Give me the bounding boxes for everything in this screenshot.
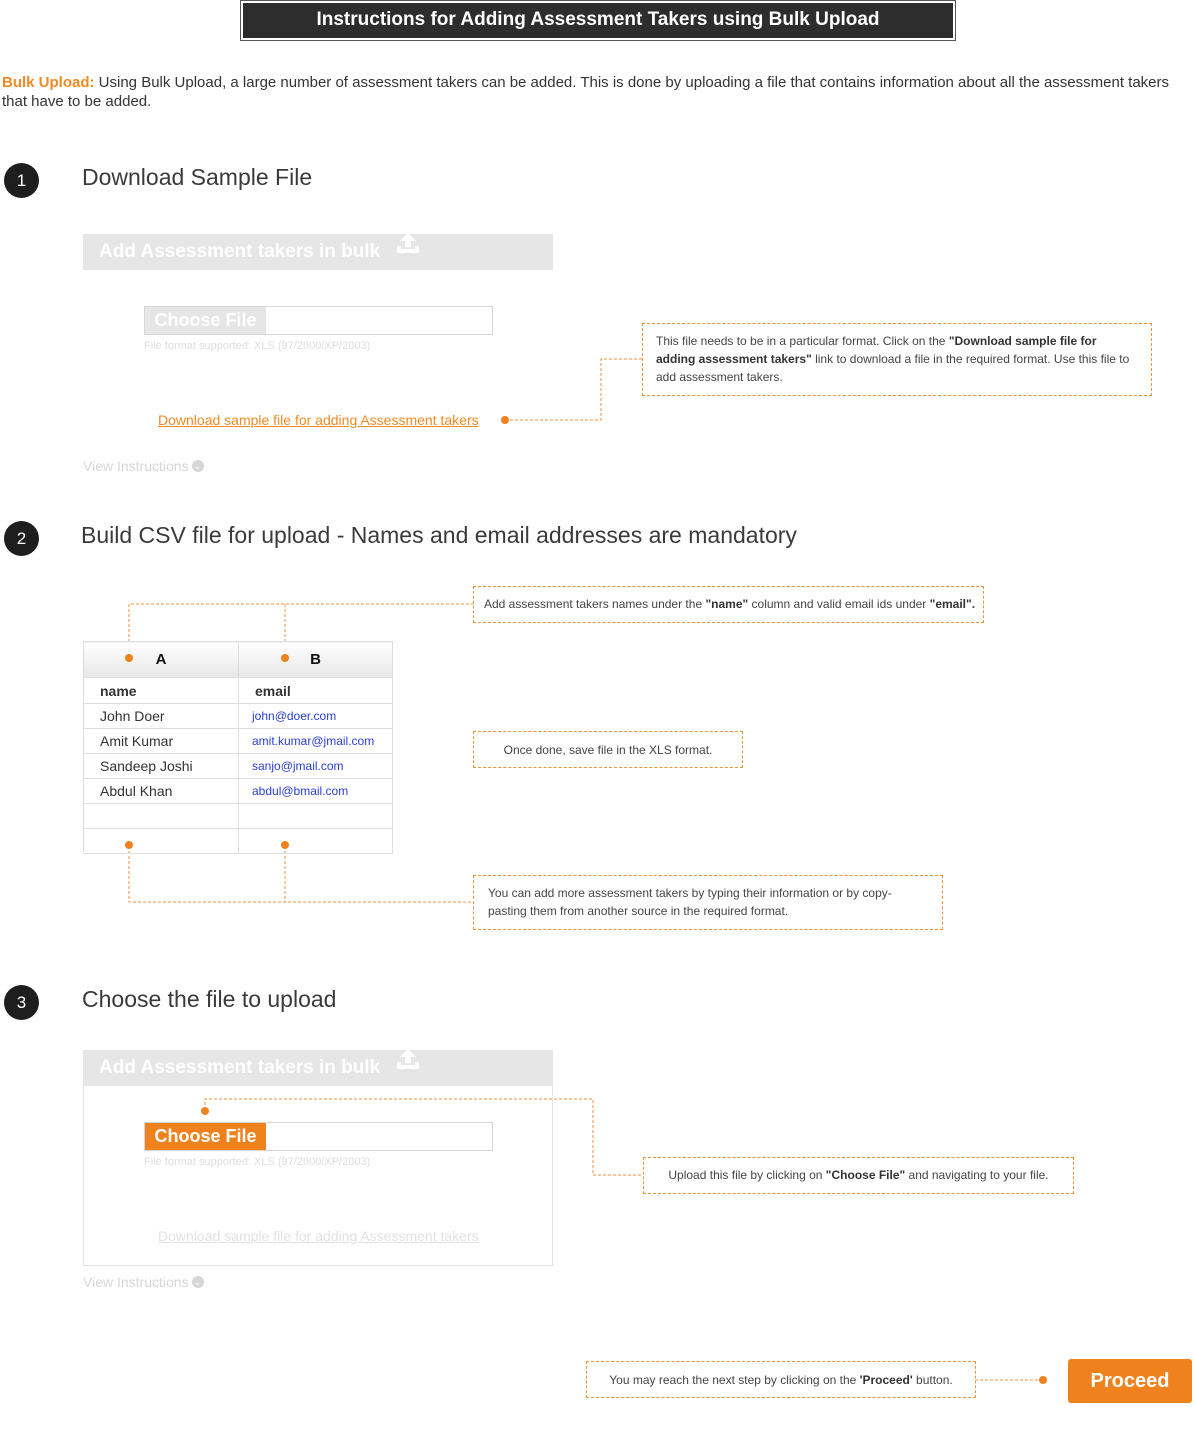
step-3-badge: 3: [4, 985, 39, 1020]
view-instructions-link[interactable]: View Instructions ⌄: [83, 458, 204, 474]
file-format-note: File format supported: XLS (97/2000/XP/2…: [144, 1156, 371, 1168]
column-letter-a: A: [83, 641, 239, 678]
choose-file-button[interactable]: Choose File: [145, 1123, 266, 1150]
upload-icon: [396, 231, 420, 267]
callout-proceed: You may reach the next step by clicking …: [586, 1361, 976, 1398]
view-instructions-label: View Instructions: [83, 458, 189, 474]
callout-bold: 'Proceed': [859, 1373, 913, 1387]
file-format-note: File format supported: XLS (97/2000/XP/2…: [144, 340, 371, 352]
email-cell: john@doer.com: [238, 703, 393, 729]
table-row: John Doer john@doer.com: [83, 703, 393, 729]
name-cell: John Doer: [83, 703, 239, 729]
table-row: Sandeep Joshi sanjo@jmail.com: [83, 753, 393, 779]
name-cell: Sandeep Joshi: [83, 753, 239, 779]
callout-save-xls: Once done, save file in the XLS format.: [473, 731, 743, 768]
choose-file-button[interactable]: Choose File: [145, 307, 266, 334]
empty-cell: [83, 828, 239, 854]
upload-panel-title: Add Assessment takers in bulk: [99, 241, 381, 262]
callout-text: button.: [912, 1373, 953, 1387]
step-3-title: Choose the file to upload: [82, 986, 337, 1012]
download-sample-link[interactable]: Download sample file for adding Assessme…: [158, 1228, 479, 1244]
proceed-button[interactable]: Proceed: [1068, 1359, 1192, 1403]
email-cell: abdul@bmail.com: [238, 778, 393, 804]
sample-spreadsheet: A B name email John Doer john@doer.com A…: [83, 641, 393, 854]
upload-panel-header: Add Assessment takers in bulk: [83, 231, 553, 270]
email-cell: amit.kumar@jmail.com: [238, 728, 393, 754]
callout-download-format: This file needs to be in a particular fo…: [642, 323, 1152, 396]
empty-cell: [238, 828, 393, 854]
callout-text: column and valid email ids under: [748, 597, 930, 611]
upload-icon: [396, 1047, 420, 1083]
callout-text: Add assessment takers names under the: [484, 597, 706, 611]
header-email: email: [238, 677, 393, 704]
step-2-badge: 2: [4, 521, 39, 556]
name-cell: Abdul Khan: [83, 778, 239, 804]
file-input[interactable]: Choose File: [144, 306, 493, 335]
callout-dot: [125, 654, 133, 662]
download-sample-link[interactable]: Download sample file for adding Assessme…: [158, 412, 479, 428]
callout-text: Upload this file by clicking on: [668, 1168, 826, 1182]
callout-dot: [201, 1107, 209, 1115]
callout-columns: Add assessment takers names under the "n…: [473, 586, 984, 623]
upload-panel-header: Add Assessment takers in bulk: [83, 1047, 553, 1086]
email-cell: sanjo@jmail.com: [238, 753, 393, 779]
callout-choose-file: Upload this file by clicking on "Choose …: [643, 1157, 1074, 1194]
chevron-down-icon: ⌄: [191, 460, 204, 473]
view-instructions-link[interactable]: View Instructions ⌄: [83, 1274, 204, 1290]
file-input[interactable]: Choose File: [144, 1122, 493, 1151]
empty-cell: [83, 803, 239, 829]
table-row: Amit Kumar amit.kumar@jmail.com: [83, 728, 393, 754]
empty-cell: [238, 803, 393, 829]
step-1-badge: 1: [4, 163, 39, 198]
callout-dot: [281, 841, 289, 849]
callout-bold: "email".: [929, 597, 976, 611]
step-2-title: Build CSV file for upload - Names and em…: [81, 522, 797, 548]
callout-add-more: You can add more assessment takers by ty…: [473, 875, 943, 930]
upload-panel-title: Add Assessment takers in bulk: [99, 1057, 381, 1078]
callout-text: and navigating to your file.: [905, 1168, 1049, 1182]
callout-text: You may reach the next step by clicking …: [609, 1373, 860, 1387]
table-row: Abdul Khan abdul@bmail.com: [83, 778, 393, 804]
callout-dot: [125, 841, 133, 849]
header-name: name: [83, 677, 239, 704]
callout-bold: "name": [705, 597, 749, 611]
column-letter-b: B: [238, 641, 393, 678]
name-cell: Amit Kumar: [83, 728, 239, 754]
callout-text: This file needs to be in a particular fo…: [656, 334, 949, 348]
callout-dot: [281, 654, 289, 662]
chevron-down-icon: ⌄: [191, 1276, 204, 1289]
step-1-title: Download Sample File: [82, 164, 313, 190]
table-row-empty: [83, 803, 393, 829]
view-instructions-label: View Instructions: [83, 1274, 189, 1290]
callout-dot: [501, 416, 509, 424]
callout-dot: [1039, 1376, 1047, 1384]
callout-bold: "Choose File": [825, 1168, 906, 1182]
